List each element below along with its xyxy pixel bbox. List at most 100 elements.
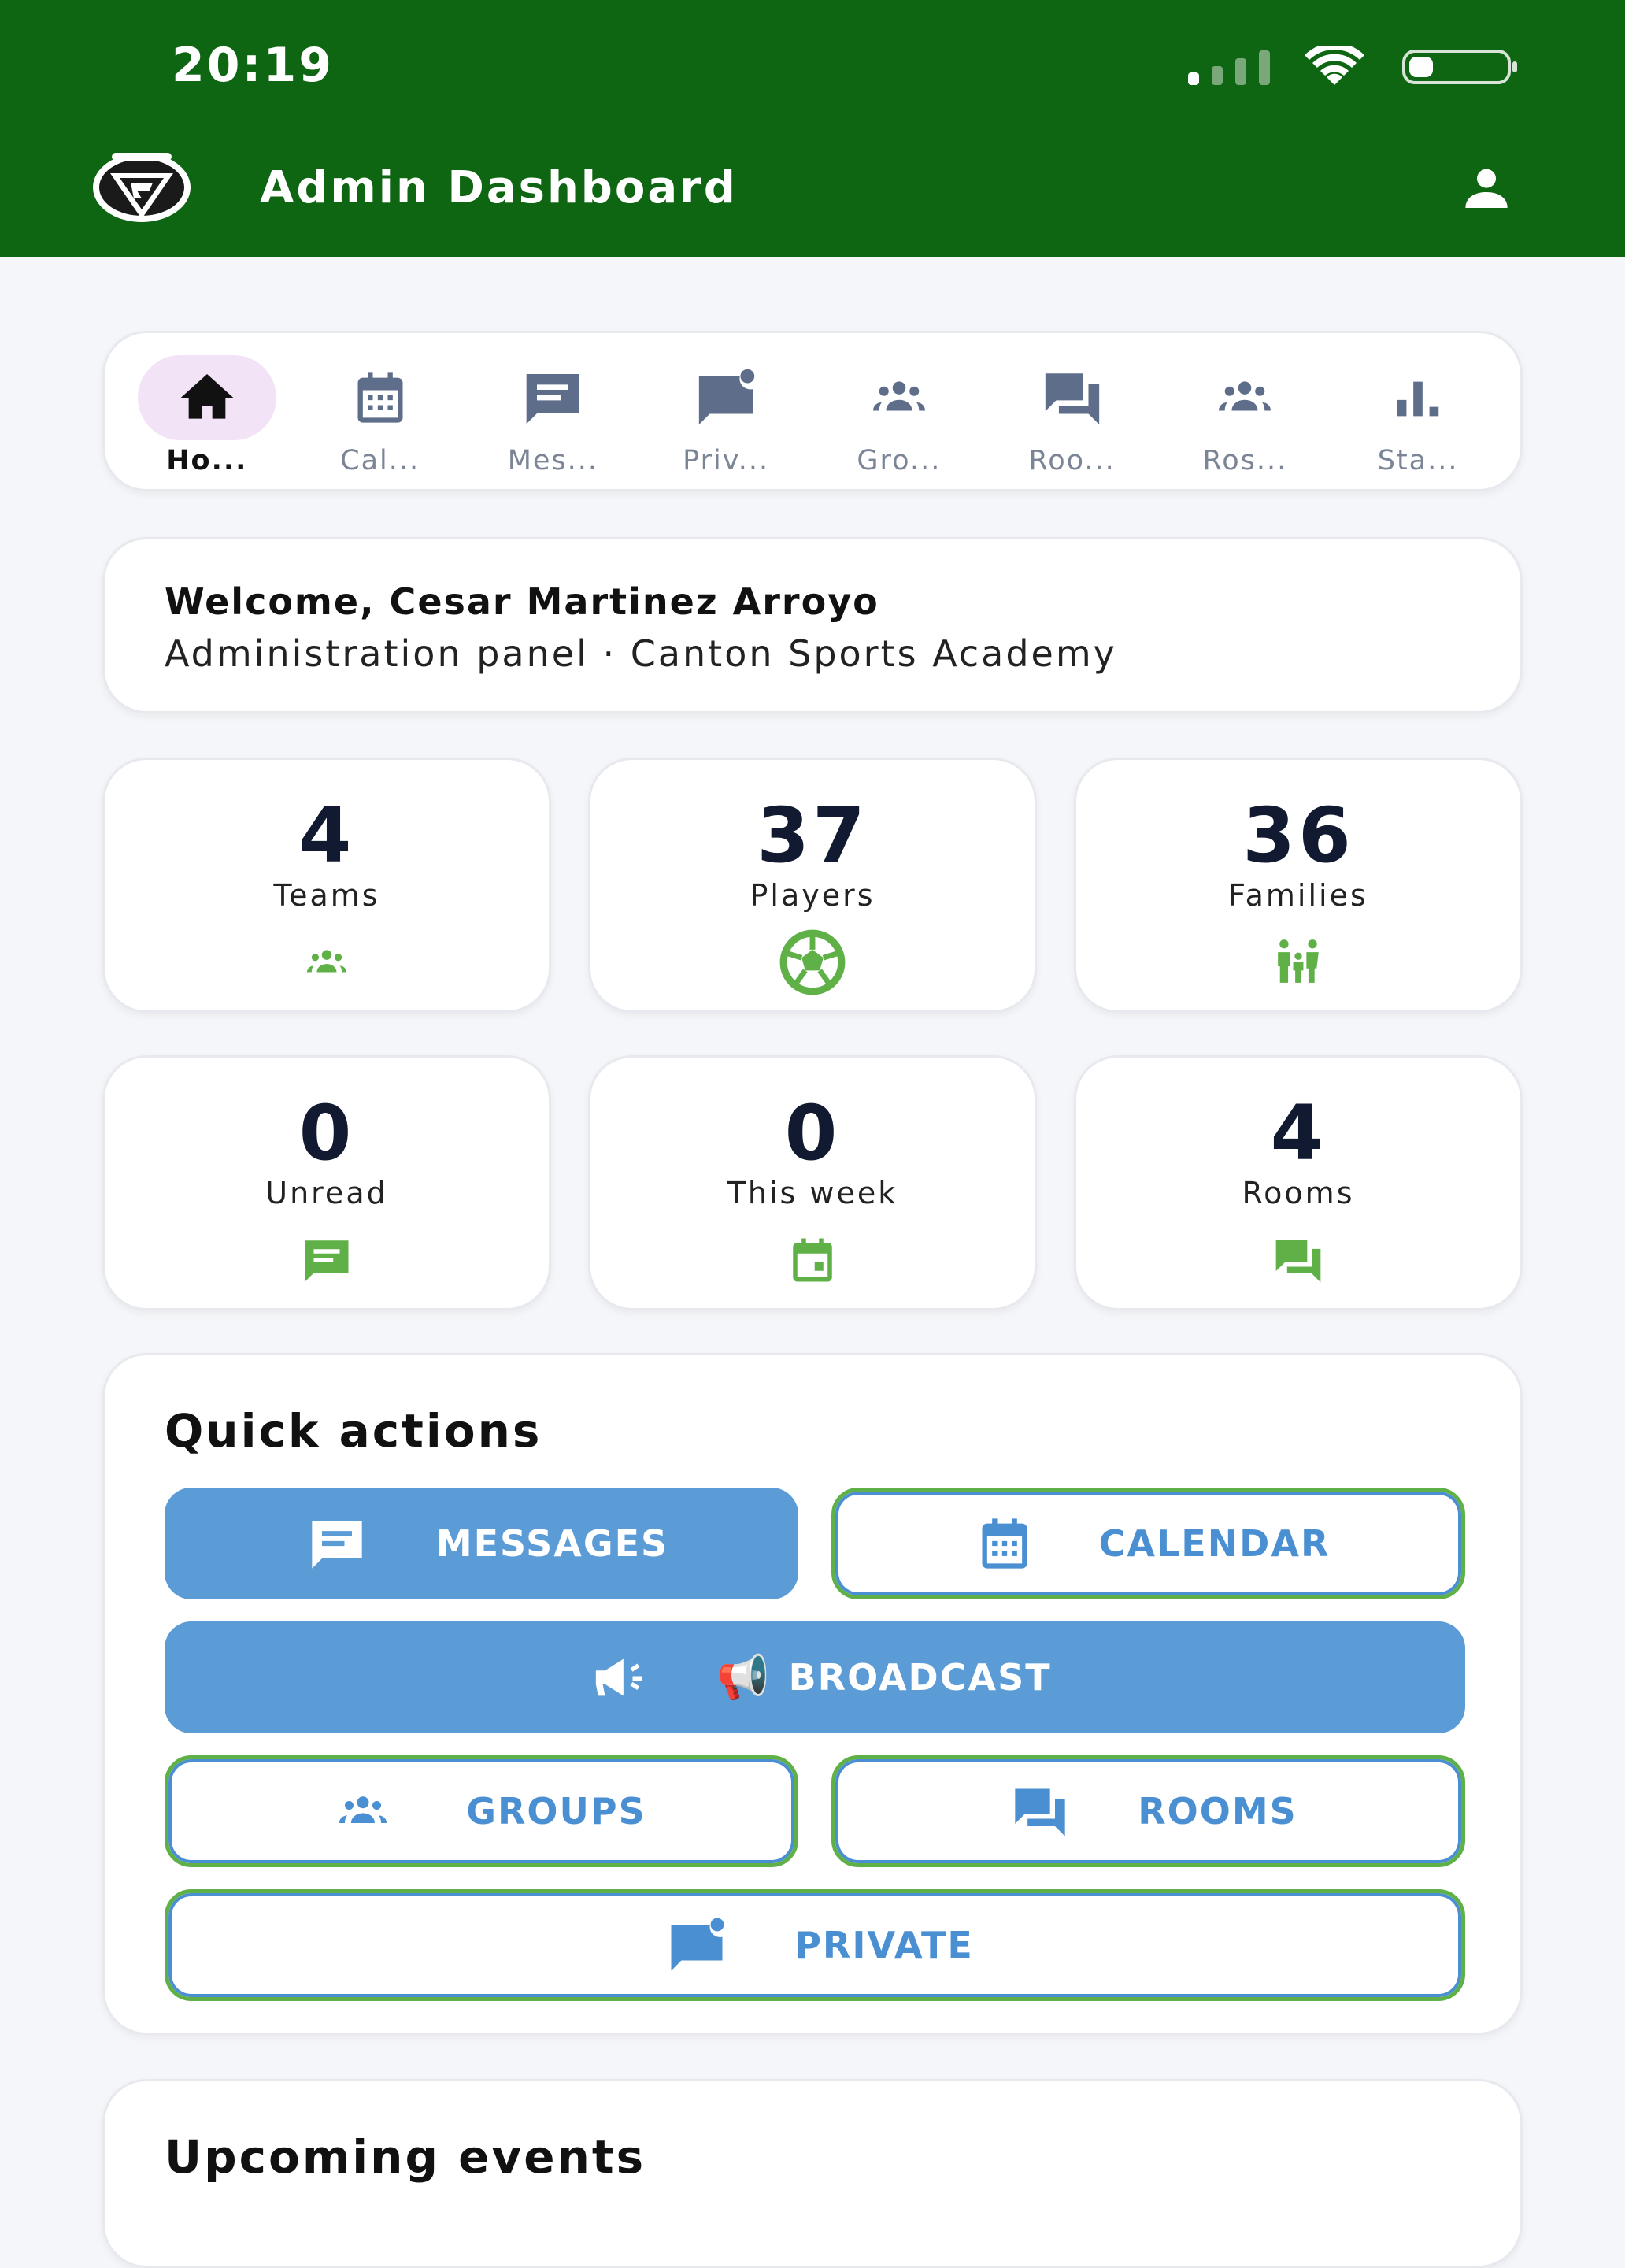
- groups-button[interactable]: GROUPS: [165, 1755, 798, 1867]
- stat-label: Players: [750, 878, 875, 913]
- welcome-title: Welcome, Cesar Martinez Arroyo: [165, 580, 879, 623]
- stat-value: 0: [298, 1089, 355, 1177]
- tab-bar: Ho... Cal... Mes... Priv... Gro... Roo..…: [102, 331, 1523, 491]
- rooms-button-label: ROOMS: [1138, 1790, 1297, 1833]
- stat-value: 0: [784, 1089, 841, 1177]
- tab-label: Sta...: [1377, 445, 1459, 476]
- tab-messages[interactable]: Mes...: [474, 333, 631, 489]
- messages-button-label: MESSAGES: [435, 1522, 669, 1565]
- stat-label: Unread: [265, 1176, 388, 1210]
- tab-calendar[interactable]: Cal...: [302, 333, 459, 489]
- groups-icon: [283, 943, 370, 982]
- tab-home[interactable]: Ho...: [128, 333, 286, 489]
- message-icon: [294, 1514, 379, 1573]
- home-icon: [165, 366, 250, 429]
- calendar-button[interactable]: CALENDAR: [831, 1488, 1465, 1599]
- stat-card-rooms[interactable]: 4 Rooms: [1074, 1055, 1523, 1310]
- tab-icon-wrap: [1175, 355, 1314, 440]
- user-icon: [1450, 164, 1523, 214]
- stat-label: This week: [727, 1176, 898, 1210]
- event-icon: [778, 1234, 847, 1286]
- tab-icon-wrap: [311, 355, 450, 440]
- tab-label: Priv...: [683, 445, 770, 476]
- stat-card-this-week[interactable]: 0 This week: [588, 1055, 1037, 1310]
- tab-stats[interactable]: Sta...: [1339, 333, 1497, 489]
- megaphone-icon: [578, 1650, 660, 1705]
- tab-label: Ros...: [1202, 445, 1288, 476]
- private-message-icon: [682, 365, 770, 430]
- groups-icon: [316, 1788, 409, 1835]
- broadcast-button[interactable]: 📢 BROADCAST: [165, 1621, 1465, 1733]
- tab-icon-wrap: [1003, 355, 1142, 440]
- stat-label: Rooms: [1242, 1176, 1355, 1210]
- quick-actions-title: Quick actions: [165, 1404, 542, 1458]
- button-icon-wrap: [316, 1788, 409, 1835]
- tab-label: Roo...: [1028, 445, 1116, 476]
- tab-rooms[interactable]: Roo...: [994, 333, 1151, 489]
- broadcast-button-label: BROADCAST: [788, 1656, 1052, 1699]
- stats-icon: [1385, 370, 1451, 425]
- status-icons: [1185, 46, 1523, 90]
- rooms-button[interactable]: ROOMS: [831, 1755, 1465, 1867]
- stat-icon-wrap: [1076, 1232, 1520, 1288]
- family-icon: [1262, 938, 1334, 987]
- tab-icon-wrap: [1349, 355, 1487, 440]
- private-button-label: PRIVATE: [794, 1924, 974, 1966]
- stat-value: 4: [298, 791, 355, 880]
- signal-icon: [1188, 50, 1270, 85]
- messages-button[interactable]: MESSAGES: [165, 1488, 798, 1599]
- private-button[interactable]: PRIVATE: [165, 1889, 1465, 2001]
- stat-icon-wrap: [105, 935, 549, 990]
- calendar-icon: [967, 1514, 1042, 1573]
- stat-label: Teams: [273, 878, 380, 913]
- tab-roster[interactable]: Ros...: [1166, 333, 1323, 489]
- button-icon-wrap: [967, 1514, 1042, 1573]
- page-title: Admin Dashboard: [260, 162, 738, 213]
- welcome-card: Welcome, Cesar Martinez Arroyo Administr…: [102, 537, 1523, 713]
- tab-icon-wrap: [830, 355, 968, 440]
- tab-icon-wrap: [657, 355, 795, 440]
- stat-value: 37: [757, 791, 868, 880]
- tab-label: Mes...: [507, 445, 599, 476]
- calendar-icon: [339, 368, 421, 428]
- soccer-ball-icon: [779, 929, 846, 995]
- rooms-icon: [1260, 1233, 1336, 1287]
- button-icon-wrap: [656, 1914, 738, 1976]
- app-header: 20:19 Admin Dashboard: [0, 0, 1625, 257]
- tab-private[interactable]: Priv...: [647, 333, 805, 489]
- stat-icon-wrap: [105, 1232, 549, 1288]
- stat-icon-wrap: [1076, 935, 1520, 990]
- stat-value: 4: [1270, 1089, 1327, 1177]
- message-icon: [289, 1234, 365, 1286]
- calendar-button-label: CALENDAR: [1098, 1522, 1331, 1565]
- upcoming-events-title: Upcoming events: [165, 2130, 646, 2184]
- tab-label: Cal...: [340, 445, 420, 476]
- welcome-subtitle: Administration panel · Canton Sports Aca…: [165, 632, 1117, 675]
- upcoming-events-card: Upcoming events: [102, 2079, 1523, 2268]
- message-icon: [509, 366, 596, 429]
- button-icon-wrap: [294, 1514, 379, 1573]
- stat-icon-wrap: [590, 1232, 1035, 1288]
- stat-card-players[interactable]: 37 Players: [588, 758, 1037, 1013]
- stat-card-teams[interactable]: 4 Teams: [102, 758, 551, 1013]
- stat-card-unread[interactable]: 0 Unread: [102, 1055, 551, 1310]
- stat-value: 36: [1242, 791, 1354, 880]
- rooms-icon: [999, 1781, 1081, 1841]
- quick-actions-card: Quick actions MESSAGES CALENDAR 📢 BROADC…: [102, 1353, 1523, 2035]
- canton-sports-academy-logo: [93, 153, 191, 222]
- battery-icon: [1402, 50, 1517, 84]
- tab-icon-wrap: [483, 355, 622, 440]
- private-message-icon: [656, 1914, 738, 1976]
- status-time: 20:19: [172, 38, 334, 93]
- button-icon-wrap: [999, 1781, 1081, 1841]
- stat-card-families[interactable]: 36 Families: [1074, 758, 1523, 1013]
- profile-button[interactable]: [1447, 158, 1526, 220]
- groups-button-label: GROUPS: [466, 1790, 646, 1833]
- groups-icon: [848, 372, 950, 424]
- tab-groups[interactable]: Gro...: [820, 333, 978, 489]
- megaphone-emoji: 📢: [716, 1652, 772, 1702]
- roster-icon: [1194, 372, 1296, 424]
- rooms-icon: [1029, 365, 1116, 430]
- wifi-icon: [1305, 46, 1364, 85]
- stat-icon-wrap: [590, 929, 1035, 995]
